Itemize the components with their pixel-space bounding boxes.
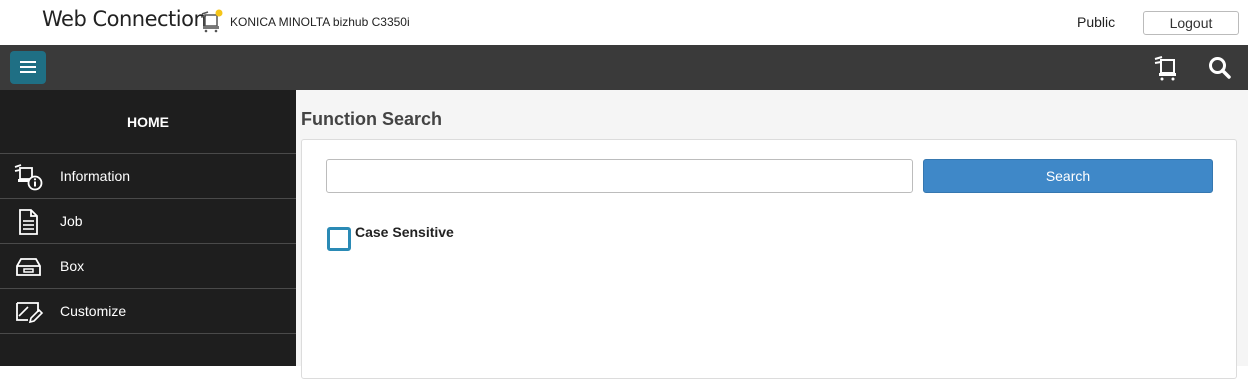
toolbar [0, 45, 1248, 90]
customize-icon [16, 302, 44, 324]
device-model-name: KONICA MINOLTA bizhub C3350i [230, 15, 410, 29]
box-tray-icon [16, 258, 41, 276]
sidebar-home[interactable]: HOME [0, 90, 296, 154]
search-icon[interactable] [1207, 55, 1233, 81]
information-icon [14, 164, 43, 191]
sidebar-item-job[interactable]: Job [0, 199, 296, 244]
sidebar-item-customize[interactable]: Customize [0, 289, 296, 334]
search-input[interactable] [326, 159, 913, 193]
sidebar-item-box[interactable]: Box [0, 244, 296, 289]
job-document-icon [19, 209, 38, 235]
case-sensitive-checkbox[interactable] [327, 227, 351, 251]
sidebar: HOME Information Job Box Customize [0, 90, 296, 366]
search-panel: Search Case Sensitive [301, 139, 1237, 379]
main-content: Function Search Search Case Sensitive [296, 90, 1248, 379]
search-button[interactable]: Search [923, 159, 1213, 193]
sidebar-item-label: Information [60, 168, 131, 184]
menu-toggle-button[interactable] [10, 51, 46, 84]
page-title: Function Search [301, 109, 443, 129]
sidebar-item-label: Box [60, 258, 85, 274]
sidebar-item-information[interactable]: Information [0, 154, 296, 199]
top-header: Web Connection KONICA MINOLTA bizhub C33… [0, 0, 1248, 45]
sidebar-item-label: Job [60, 213, 83, 229]
hamburger-icon [20, 61, 36, 63]
hamburger-icon [20, 71, 36, 73]
case-sensitive-label[interactable]: Case Sensitive [355, 224, 454, 240]
brand-title: Web Connection [42, 7, 207, 31]
hamburger-icon [20, 66, 36, 68]
printer-device-icon [200, 9, 223, 33]
logout-button[interactable]: Logout [1143, 11, 1239, 35]
device-status-icon[interactable] [1154, 55, 1180, 81]
user-mode-label: Public [1077, 14, 1116, 30]
sidebar-item-label: Customize [60, 303, 127, 319]
